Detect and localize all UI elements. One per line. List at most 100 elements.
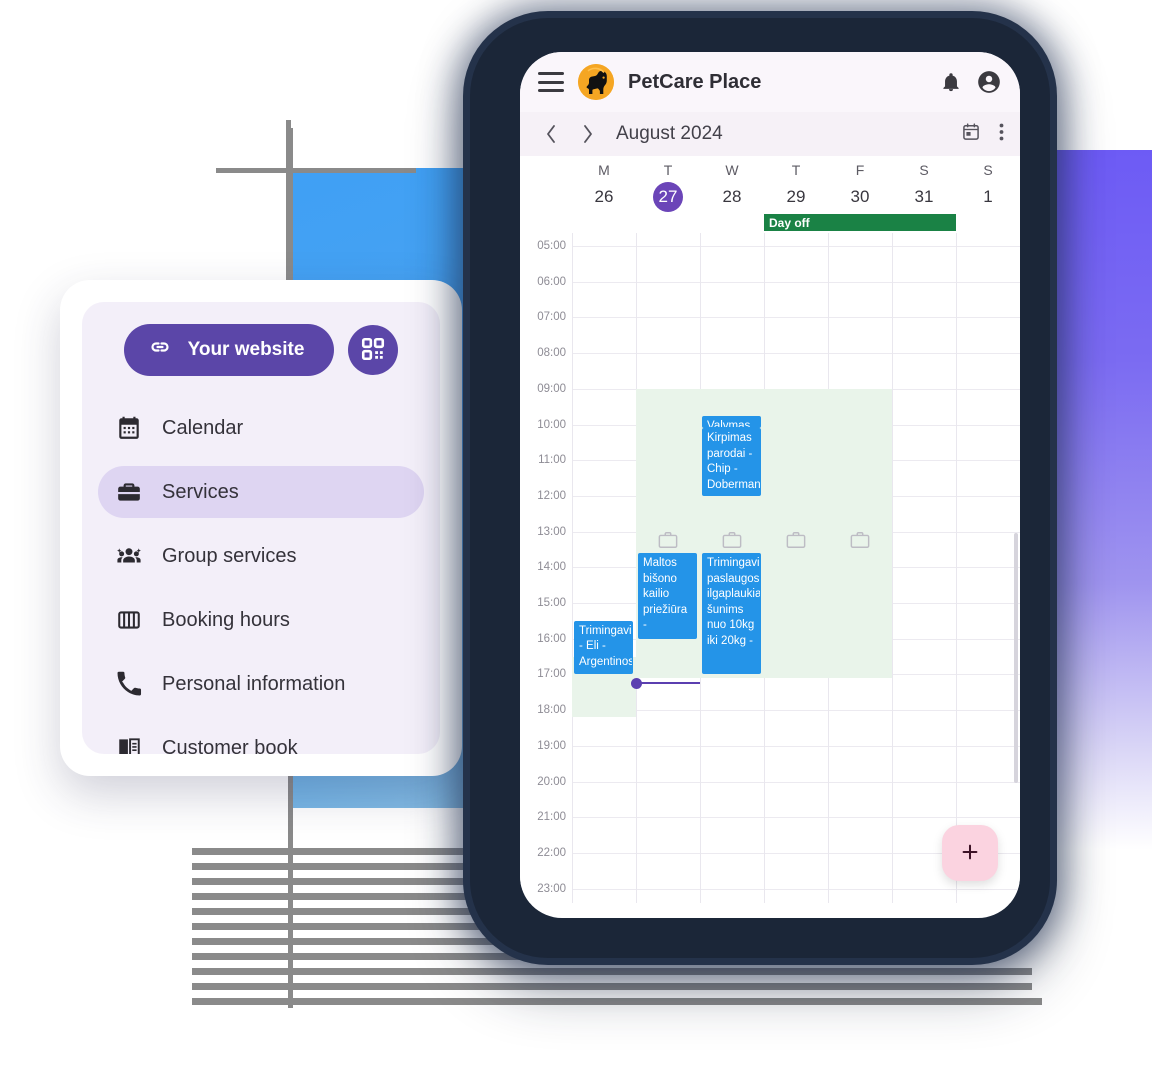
- hamburger-icon[interactable]: [538, 72, 564, 92]
- day-of-week: S: [983, 162, 993, 178]
- sidebar-top-actions: Your website: [98, 324, 424, 376]
- day-number[interactable]: 28: [700, 182, 764, 212]
- time-label: 11:00: [538, 454, 566, 467]
- phone-screen: PetCare Place August 2024 M 26 T 27 W 28…: [520, 52, 1020, 918]
- day-column-header[interactable]: S1: [956, 162, 1020, 212]
- day-column-header[interactable]: W 28: [700, 162, 764, 212]
- more-vert-icon[interactable]: [999, 122, 1004, 147]
- all-day-row: Day off: [520, 214, 1020, 233]
- day-column[interactable]: [572, 233, 636, 903]
- sidebar-item-label: Booking hours: [162, 608, 290, 631]
- day-column-header[interactable]: T 29: [764, 162, 828, 212]
- time-label: 16:00: [537, 632, 566, 645]
- prev-month-button[interactable]: [536, 119, 566, 149]
- app-bar: PetCare Place: [520, 52, 1020, 112]
- sidebar-nav: Calendar Services Group services Booking ho…: [98, 402, 424, 754]
- day-of-week: F: [855, 162, 865, 178]
- phone-icon: [116, 671, 142, 697]
- calendar-icon: [116, 415, 142, 441]
- day-column[interactable]: [892, 233, 956, 903]
- bell-icon[interactable]: [940, 71, 962, 93]
- time-label: 14:00: [537, 561, 566, 574]
- time-axis: 05:00 06:00 07:00 08:00 09:00 10:00 11:00 12:00…: [520, 233, 572, 903]
- calendar-event[interactable]: Valymas -: [702, 415, 761, 429]
- calendar-event[interactable]: Kirpimas parodai - Chip - Dobermanas: [702, 428, 761, 496]
- time-label: 21:00: [537, 811, 566, 824]
- time-label: 17:00: [537, 668, 566, 681]
- day-columns: M 26 T 27 W 28 T 29 F 30 S 31 S 1: [572, 162, 1020, 212]
- day-of-week: S: [919, 162, 929, 178]
- app-title: PetCare Place: [628, 70, 762, 93]
- time-label: 23:00: [537, 882, 566, 895]
- sidebar-item-label: Calendar: [162, 416, 244, 439]
- time-label: 09:00: [537, 382, 566, 395]
- time-label: 08:00: [537, 347, 566, 360]
- day-column-header[interactable]: F 30: [828, 162, 892, 212]
- sidebar-card: Your website Calendar Services Group ser…: [60, 280, 462, 776]
- day-column-header[interactable]: T 27: [636, 162, 700, 212]
- sidebar-item-calendar[interactable]: Calendar: [98, 402, 424, 454]
- day-number[interactable]: 31: [892, 182, 956, 212]
- time-label: 10:00: [537, 418, 566, 431]
- day-header-strip: M 26 T 27 W 28 T 29 F 30 S 31 S 1: [520, 156, 1020, 212]
- decorative-line: [192, 968, 1032, 975]
- calendar-today-icon[interactable]: [961, 122, 981, 147]
- calendar-event[interactable]: Trimingavimas - Eli - Argentinos: [574, 620, 633, 675]
- sidebar-item-group-services[interactable]: Group services: [98, 530, 424, 582]
- group-icon: [116, 543, 142, 569]
- briefcase-icon: [785, 530, 807, 555]
- qr-code-button[interactable]: [348, 325, 399, 375]
- add-event-fab[interactable]: [942, 825, 998, 881]
- dog-logo-icon: [578, 64, 614, 100]
- screenshot-root: Your website Calendar Services Group ser…: [0, 0, 1152, 1081]
- sidebar-item-label: Services: [162, 480, 239, 503]
- account-circle-icon[interactable]: [976, 69, 1002, 95]
- time-label: 05:00: [537, 240, 566, 252]
- time-gutter-spacer: [520, 162, 572, 212]
- day-column-header[interactable]: M 26: [572, 162, 636, 212]
- day-column-header[interactable]: S 31: [892, 162, 956, 212]
- book-icon: [116, 735, 142, 754]
- time-label: 07:00: [537, 311, 566, 324]
- day-number[interactable]: 1: [956, 182, 1020, 212]
- briefcase-icon: [721, 530, 743, 555]
- time-label: 22:00: [537, 846, 566, 859]
- briefcase-icon: [849, 530, 871, 555]
- vertical-scrollbar[interactable]: [1014, 533, 1018, 783]
- time-label: 20:00: [537, 775, 566, 788]
- sidebar-item-customer-book[interactable]: Customer book: [98, 722, 424, 754]
- sidebar-item-label: Personal information: [162, 672, 346, 695]
- calendar-event[interactable]: Trimingavimo paslaugos ilgaplaukiams šun…: [702, 553, 761, 675]
- event-columns[interactable]: Valymas -Kirpimas parodai - Chip - Dober…: [572, 233, 1020, 903]
- toolbox-icon: [116, 479, 142, 505]
- next-month-button[interactable]: [572, 119, 602, 149]
- day-number[interactable]: 30: [828, 182, 892, 212]
- sidebar-item-personal-information[interactable]: Personal information: [98, 658, 424, 710]
- day-of-week: M: [598, 162, 610, 178]
- briefcase-icon: [657, 530, 679, 555]
- calendar-toolbar: August 2024: [520, 112, 1020, 156]
- day-number[interactable]: 26: [572, 182, 636, 212]
- day-number[interactable]: 29: [764, 182, 828, 212]
- plus-icon: [959, 841, 981, 866]
- time-label: 06:00: [537, 275, 566, 288]
- your-website-button[interactable]: Your website: [123, 324, 335, 376]
- qr-code-icon: [360, 336, 386, 365]
- decorative-line: [192, 998, 1042, 1005]
- link-icon: [148, 335, 172, 365]
- decorative-line: [192, 983, 1032, 990]
- calendar-event[interactable]: Maltos bišono kailio priežiūra -: [638, 553, 697, 639]
- day-of-week: W: [725, 162, 739, 178]
- calendar-grid[interactable]: 05:00 06:00 07:00 08:00 09:00 10:00 11:00 12:00…: [520, 233, 1020, 903]
- sidebar-item-booking-hours[interactable]: Booking hours: [98, 594, 424, 646]
- day-off-badge[interactable]: Day off: [764, 214, 956, 231]
- sidebar-item-services[interactable]: Services: [98, 466, 424, 518]
- columns-icon: [116, 607, 142, 633]
- day-number-today[interactable]: 27: [653, 182, 683, 212]
- month-label: August 2024: [616, 123, 723, 144]
- current-time-line: [636, 682, 700, 685]
- sidebar-item-label: Customer book: [162, 736, 298, 755]
- sidebar-inner: Your website Calendar Services Group ser…: [82, 302, 440, 754]
- time-label: 19:00: [537, 739, 566, 752]
- day-column[interactable]: [956, 233, 1020, 903]
